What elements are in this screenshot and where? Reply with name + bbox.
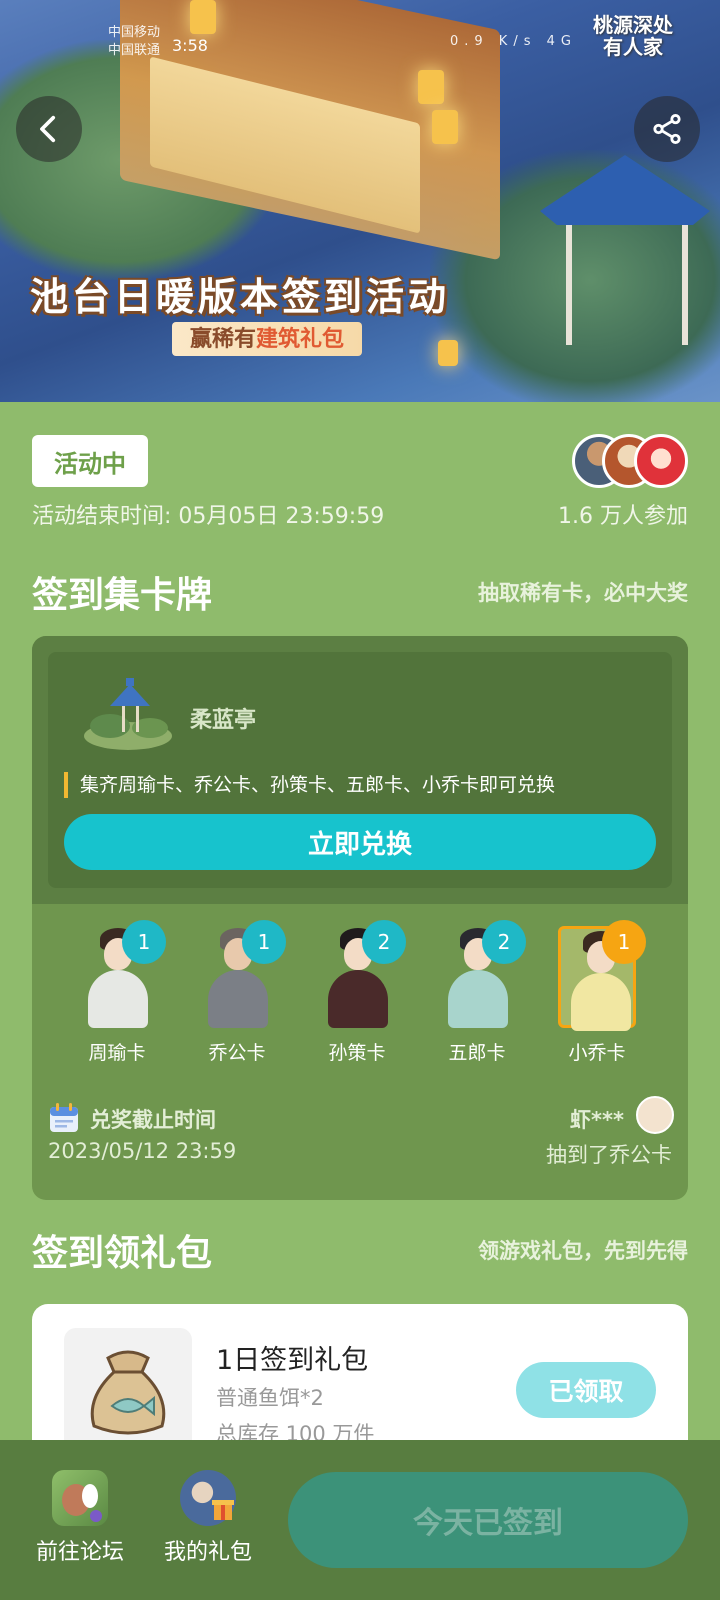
card-label: 五郎卡 <box>448 1042 506 1064</box>
gift-title: 1日签到礼包 <box>216 1345 369 1376</box>
card-count-badge: 1 <box>122 920 166 964</box>
banner-subtitle: 赢稀有建筑礼包 <box>172 322 363 356</box>
banner-pavilion-post <box>566 225 572 345</box>
carrier-1: 中国移动 <box>108 25 161 40</box>
card-label: 孙策卡 <box>328 1042 386 1064</box>
banner-subtitle-highlight: 建筑礼包 <box>256 326 345 352</box>
card-count-badge: 2 <box>482 920 526 964</box>
banner-lantern <box>432 110 458 144</box>
winner-result: 抽到了乔公卡 <box>546 1143 672 1167</box>
carrier-2: 中国联通 <box>108 43 161 58</box>
portrait-body <box>571 973 631 1031</box>
portrait-body <box>328 970 388 1028</box>
banner-title: 池台日暖版本签到活动 <box>30 274 451 319</box>
card-qiaogong[interactable]: 1 乔公卡 <box>177 920 297 1065</box>
activity-status-badge: 活动中 <box>32 435 148 487</box>
participant-avatars <box>572 434 692 490</box>
bottom-bar: 前往论坛 我的礼包 今天已签到 <box>0 1440 720 1600</box>
gift-section-title: 签到领礼包 <box>32 1233 213 1274</box>
deadline-value: 2023/05/12 23:59 <box>48 1139 237 1163</box>
exchange-rule: 集齐周瑜卡、乔公卡、孙策卡、五郎卡、小乔卡即可兑换 <box>64 772 555 798</box>
calendar-icon <box>50 1103 78 1132</box>
winner-avatar <box>636 1096 674 1134</box>
claimed-button[interactable]: 已领取 <box>516 1362 656 1418</box>
gift-bag-icon <box>90 1350 166 1435</box>
card-count-badge: 2 <box>362 920 406 964</box>
card-section-title: 签到集卡牌 <box>32 575 213 616</box>
exchange-now-button[interactable]: 立即兑换 <box>64 814 656 870</box>
banner-pavilion-post <box>682 225 688 345</box>
participant-count: 1.6 万人参加 <box>558 504 688 529</box>
forum-label: 前往论坛 <box>35 1540 124 1565</box>
portrait-body <box>448 970 508 1028</box>
my-gifts-label: 我的礼包 <box>163 1540 252 1565</box>
card-wulang[interactable]: 2 五郎卡 <box>417 920 537 1065</box>
portrait-body <box>208 970 268 1028</box>
gift-section-tip: 领游戏礼包，先到先得 <box>478 1239 688 1263</box>
banner-lantern <box>438 340 458 366</box>
my-gifts-button[interactable]: 我的礼包 <box>153 1470 263 1566</box>
winner-name: 虾*** <box>570 1108 624 1132</box>
card-collection-panel: 柔蓝亭 集齐周瑜卡、乔公卡、孙策卡、五郎卡、小乔卡即可兑换 立即兑换 1 周瑜卡… <box>32 636 688 1200</box>
card-count-badge: 1 <box>242 920 286 964</box>
reward-name: 柔蓝亭 <box>190 708 257 733</box>
pavilion-reward-icon <box>84 678 172 750</box>
status-bar: 中国移动 中国联通 3:58 0.9 K/s 4G <box>0 0 720 64</box>
card-sunce[interactable]: 2 孙策卡 <box>297 920 417 1065</box>
card-label: 小乔卡 <box>568 1042 626 1064</box>
portrait-body <box>88 970 148 1028</box>
carrier-info: 中国移动 中国联通 <box>108 24 160 60</box>
share-icon <box>653 113 681 145</box>
card-list: 1 周瑜卡 1 乔公卡 2 孙策卡 2 五郎卡 1 小乔卡 <box>32 920 688 1076</box>
gift-box-glyph <box>212 1500 234 1520</box>
banner-subtitle-prefix: 赢稀有 <box>190 326 257 352</box>
banner-lantern <box>418 70 444 104</box>
card-zhouyu[interactable]: 1 周瑜卡 <box>57 920 177 1065</box>
status-time: 3:58 <box>172 36 208 55</box>
go-to-forum-button[interactable]: 前往论坛 <box>25 1470 135 1566</box>
card-label: 乔公卡 <box>208 1042 266 1064</box>
avatar <box>634 434 688 488</box>
my-gifts-icon <box>180 1470 236 1526</box>
share-button[interactable] <box>634 96 700 162</box>
reward-card: 柔蓝亭 集齐周瑜卡、乔公卡、孙策卡、五郎卡、小乔卡即可兑换 立即兑换 <box>48 652 672 888</box>
card-section-tip: 抽取稀有卡，必中大奖 <box>478 581 688 605</box>
card-count-badge: 1 <box>602 920 646 964</box>
card-label: 周瑜卡 <box>88 1042 146 1064</box>
back-button[interactable] <box>16 96 82 162</box>
chevron-left-icon <box>40 115 56 143</box>
reward-block: 柔蓝亭 集齐周瑜卡、乔公卡、孙策卡、五郎卡、小乔卡即可兑换 立即兑换 <box>32 636 688 904</box>
gift-thumbnail <box>64 1328 192 1456</box>
card-xiaoqiao[interactable]: 1 小乔卡 <box>537 920 657 1065</box>
forum-icon <box>52 1470 108 1526</box>
gift-item: 普通鱼饵*2 <box>216 1386 324 1410</box>
status-indicators: 0.9 K/s 4G <box>450 34 577 49</box>
signed-today-button[interactable]: 今天已签到 <box>288 1472 688 1568</box>
forum-glyph <box>62 1484 102 1522</box>
activity-end-time: 活动结束时间: 05月05日 23:59:59 <box>32 504 385 529</box>
deadline-label: 兑奖截止时间 <box>90 1108 216 1132</box>
